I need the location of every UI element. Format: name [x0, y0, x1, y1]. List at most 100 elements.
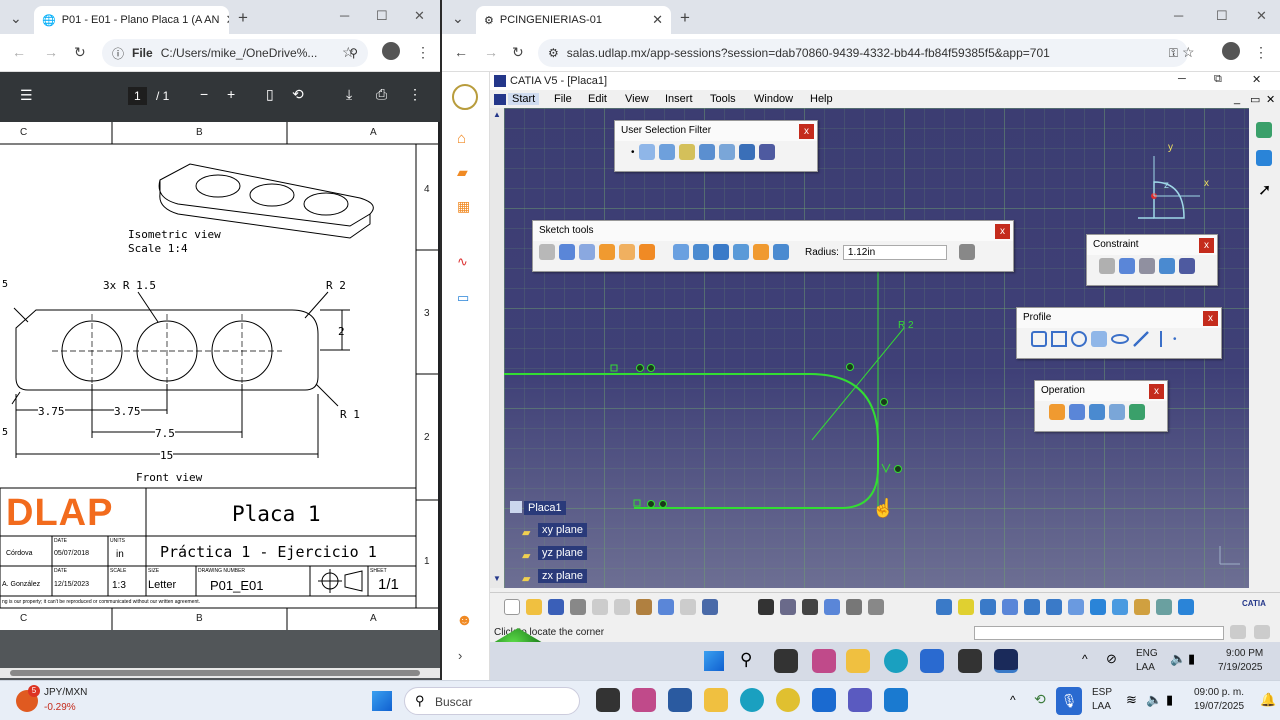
- geometric-constraints-icon[interactable]: [599, 244, 615, 260]
- zoom-out-icon[interactable]: [1046, 599, 1062, 615]
- search-icon[interactable]: ⚲: [740, 650, 752, 670]
- doc-minimize-icon[interactable]: _: [1234, 93, 1240, 105]
- windows-start-icon[interactable]: [704, 651, 724, 671]
- measure-icon[interactable]: [846, 599, 862, 615]
- catia-restore-icon[interactable]: ⧉: [1214, 73, 1222, 86]
- trim-icon[interactable]: [1089, 404, 1105, 420]
- menu-insert[interactable]: Insert: [665, 93, 693, 105]
- bookmark-star-icon[interactable]: ☆: [1182, 44, 1195, 61]
- scroll-up-icon[interactable]: ▲: [493, 110, 501, 119]
- print-icon[interactable]: ⎙: [376, 86, 387, 103]
- notification-bell-icon[interactable]: 🔔: [1260, 692, 1276, 708]
- auto-constraint-icon[interactable]: [639, 244, 655, 260]
- inner-lang[interactable]: ENG: [1136, 648, 1158, 659]
- status-button-1[interactable]: [1230, 625, 1246, 639]
- maximize-icon[interactable]: ☐: [1216, 8, 1228, 24]
- pan-icon[interactable]: [980, 599, 996, 615]
- taskview-icon[interactable]: [596, 688, 620, 712]
- new-tab-icon[interactable]: +: [238, 8, 248, 28]
- exit-workbench-icon[interactable]: [1256, 122, 1272, 138]
- menu-edit[interactable]: Edit: [588, 93, 607, 105]
- circle-icon[interactable]: [1071, 331, 1087, 347]
- tray-chevron-icon[interactable]: ^: [1082, 652, 1088, 666]
- point-icon[interactable]: •: [1173, 334, 1177, 345]
- profile-avatar[interactable]: [382, 42, 400, 60]
- reload-icon[interactable]: ↻: [512, 44, 524, 61]
- mirror-icon[interactable]: [1109, 404, 1125, 420]
- taskview-icon[interactable]: [774, 649, 798, 673]
- tree-root[interactable]: Placa1: [524, 501, 566, 515]
- inner-time[interactable]: 9:00 PM: [1226, 648, 1263, 659]
- paste-icon[interactable]: [636, 599, 652, 615]
- catia-close-icon[interactable]: ✕: [1252, 73, 1261, 86]
- close-tab-icon[interactable]: ✕: [652, 12, 663, 28]
- redo-icon[interactable]: [680, 599, 696, 615]
- no-trim-2-icon[interactable]: [733, 244, 749, 260]
- page-number-input[interactable]: 1: [128, 87, 147, 105]
- catia-taskbar-icon[interactable]: [994, 649, 1018, 673]
- sketch-tools-options-icon[interactable]: [958, 244, 975, 260]
- catalog-icon[interactable]: [824, 599, 840, 615]
- toolbar-close-icon[interactable]: x: [799, 124, 814, 139]
- tree-yz-plane[interactable]: yz plane: [538, 546, 587, 560]
- monitor-icon[interactable]: ▭: [457, 290, 469, 306]
- fix-together-icon[interactable]: [1139, 258, 1155, 274]
- maximize-icon[interactable]: ☐: [376, 8, 388, 24]
- tree-scrollbar[interactable]: ▲ ▼: [490, 108, 504, 588]
- windows-start-icon[interactable]: [372, 691, 392, 711]
- app-icon-1[interactable]: [812, 649, 836, 673]
- tab-session[interactable]: ⚙ PCINGENIERIAS-01 ✕: [476, 6, 671, 34]
- back-icon[interactable]: ←: [12, 44, 26, 60]
- apps-grid-icon[interactable]: ▦: [457, 198, 470, 215]
- chrome-icon[interactable]: [776, 688, 800, 712]
- close-window-icon[interactable]: ✕: [414, 8, 425, 24]
- menu-kebab-icon[interactable]: ⋮: [1254, 44, 1268, 61]
- zoom-out-icon[interactable]: −: [200, 86, 208, 102]
- pdf-more-icon[interactable]: ⋮: [408, 86, 422, 103]
- line-icon[interactable]: [1133, 331, 1149, 347]
- sketch-canvas[interactable]: R 2 y x z ☝ Placa1 ▰ xy plane ▰ yz plane…: [504, 108, 1249, 588]
- standard-line-icon[interactable]: [753, 244, 769, 260]
- reload-icon[interactable]: ↻: [74, 44, 86, 61]
- sketch-icon[interactable]: [1256, 150, 1272, 166]
- spline-icon[interactable]: [1091, 331, 1107, 347]
- volume-icon[interactable]: 🔈: [1170, 651, 1186, 667]
- tab-list-icon[interactable]: ⌄: [452, 10, 464, 27]
- constraint-dialog-icon[interactable]: [1099, 258, 1115, 274]
- hide-show-icon[interactable]: [1156, 599, 1172, 615]
- menu-help[interactable]: Help: [810, 93, 833, 105]
- fly-mode-icon[interactable]: [936, 599, 952, 615]
- ellipse-icon[interactable]: [1111, 334, 1129, 344]
- edit-multi-constraint-icon[interactable]: [1179, 258, 1195, 274]
- intersection-filter-icon[interactable]: [758, 144, 775, 160]
- home-icon[interactable]: ⌂: [457, 130, 466, 147]
- menu-tools[interactable]: Tools: [710, 93, 736, 105]
- tree-zx-plane[interactable]: zx plane: [538, 569, 587, 583]
- snap-icon[interactable]: [539, 244, 555, 260]
- rotate-icon[interactable]: [1002, 599, 1018, 615]
- select-arrow-icon[interactable]: ➚: [1258, 180, 1271, 200]
- user-selection-filter-toolbar[interactable]: User Selection Filter x •: [614, 120, 818, 172]
- profile-toolbar[interactable]: Profile x •: [1016, 307, 1222, 359]
- activity-icon[interactable]: ∿: [457, 254, 468, 270]
- doc-restore-icon[interactable]: ▭: [1250, 93, 1260, 106]
- profile-icon[interactable]: [1031, 331, 1047, 347]
- volume-icon[interactable]: 🔈: [1146, 692, 1162, 708]
- scrollbar-thumb[interactable]: [10, 670, 420, 676]
- profile-avatar[interactable]: [1222, 42, 1240, 60]
- terminal-icon[interactable]: [958, 649, 982, 673]
- constraint-icon[interactable]: [1119, 258, 1135, 274]
- cut-icon[interactable]: [592, 599, 608, 615]
- close-tab-icon[interactable]: ✕: [225, 12, 229, 28]
- toolbar-close-icon[interactable]: x: [1199, 238, 1214, 253]
- explorer-icon[interactable]: [846, 649, 870, 673]
- horizontal-scrollbar[interactable]: [0, 668, 440, 678]
- iso-view-icon[interactable]: [1112, 599, 1128, 615]
- tray-chevron-icon[interactable]: ^: [1010, 693, 1016, 707]
- sketch-tools-toolbar[interactable]: Sketch tools x Radius: 1.12in: [532, 220, 1014, 272]
- tab-pdf[interactable]: 🌐 P01 - E01 - Plano Placa 1 (A AN ✕: [34, 6, 229, 34]
- axis-icon[interactable]: [1153, 331, 1169, 347]
- command-input[interactable]: [974, 626, 1224, 640]
- fit-all-icon[interactable]: [958, 599, 974, 615]
- minimize-icon[interactable]: ─: [340, 8, 349, 23]
